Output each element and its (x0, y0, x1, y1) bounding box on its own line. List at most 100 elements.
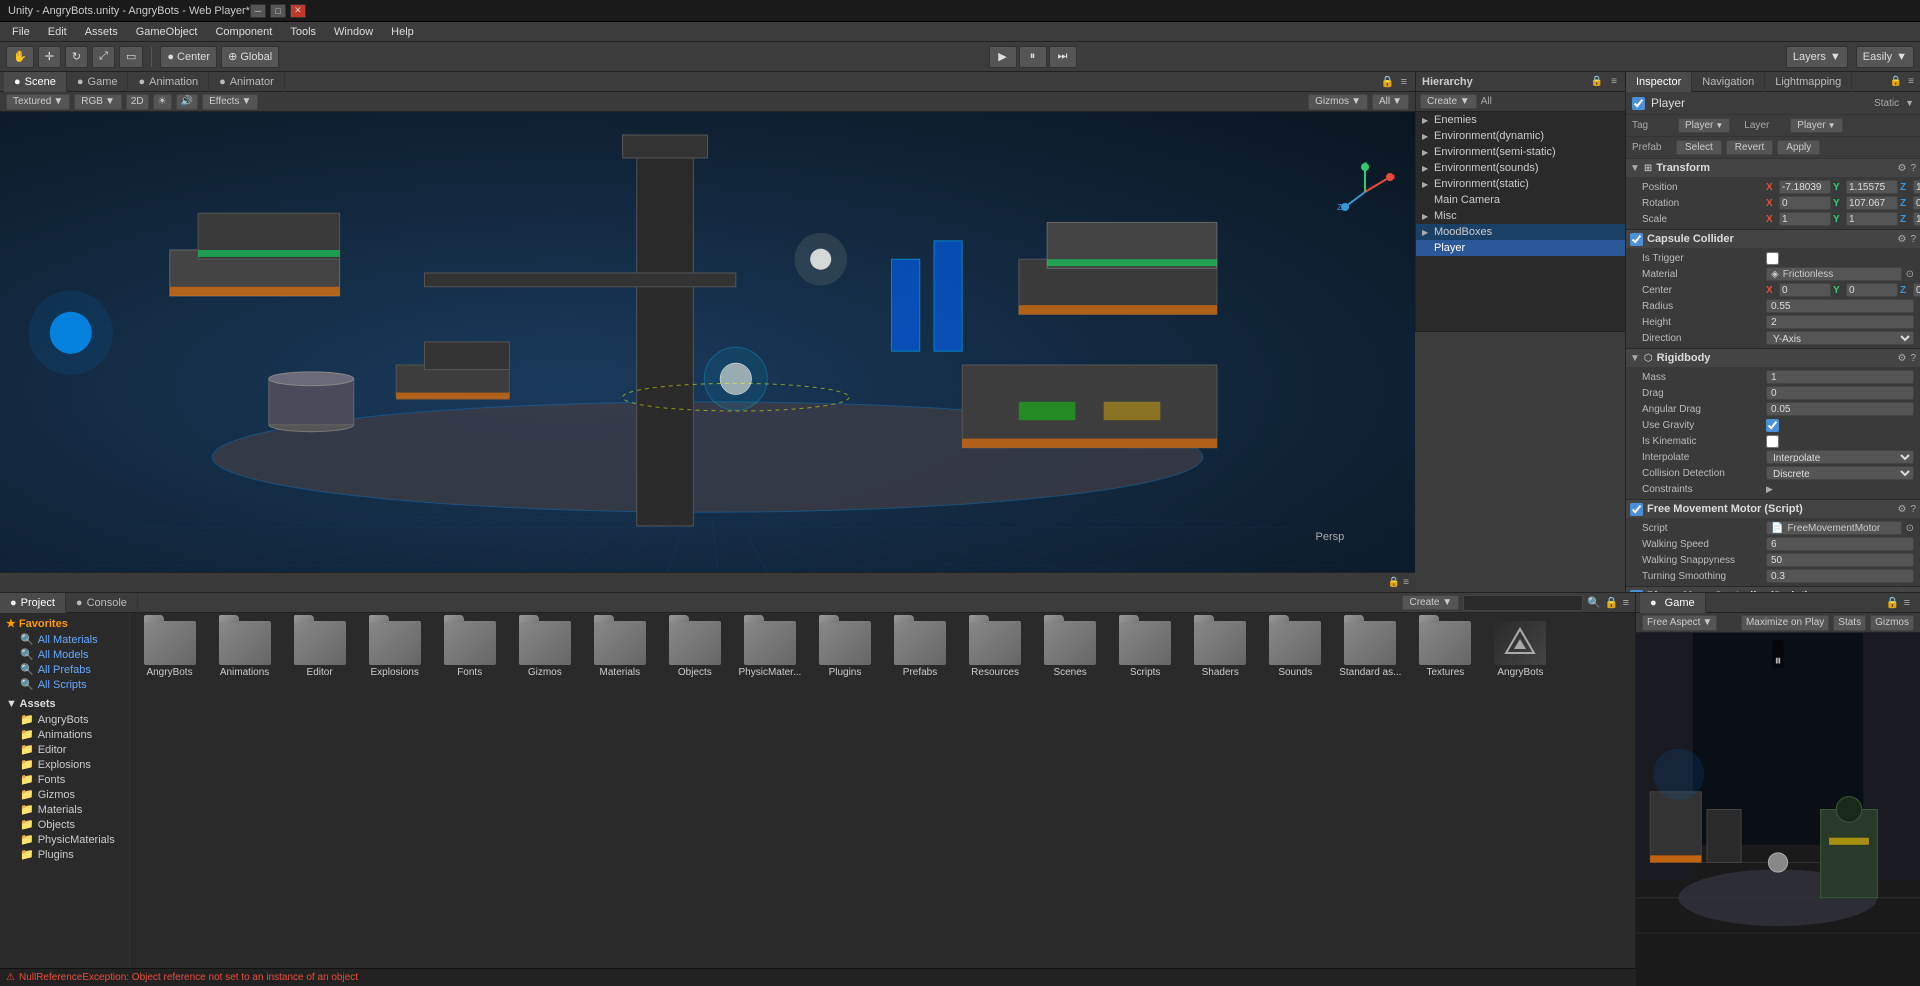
assets-gizmos[interactable]: 📁 Gizmos (0, 787, 129, 802)
folder-animations[interactable]: Animations (209, 617, 280, 682)
tab-project[interactable]: ● Project (0, 593, 66, 613)
walking-snappyness-input[interactable] (1766, 553, 1914, 567)
position-x-input[interactable] (1779, 180, 1831, 194)
pivot-mode-btn[interactable]: ● Center (160, 46, 217, 68)
rigidbody-help-btn[interactable]: ? (1910, 353, 1916, 364)
move-tool[interactable]: ✛ (38, 46, 61, 68)
layers-dropdown[interactable]: Layers ▼ (1786, 46, 1848, 68)
transform-header[interactable]: ▼ ⊞ Transform ⚙ ? (1626, 159, 1920, 177)
direction-select[interactable]: Y-Axis (1766, 331, 1914, 345)
walking-speed-input[interactable] (1766, 537, 1914, 551)
assets-angrybots[interactable]: 📁 AngryBots (0, 712, 129, 727)
is-kinematic-checkbox[interactable] (1766, 435, 1779, 448)
folder-plugins[interactable]: Plugins (809, 617, 880, 682)
position-y-input[interactable] (1846, 180, 1898, 194)
tab-lightmapping[interactable]: Lightmapping (1765, 72, 1852, 92)
project-create-btn[interactable]: Create ▼ (1402, 595, 1459, 610)
hierarchy-item-player[interactable]: Player (1416, 240, 1625, 256)
fav-all-materials[interactable]: 🔍 All Materials (0, 632, 129, 647)
gizmos-dropdown[interactable]: Gizmos ▼ (1308, 94, 1368, 110)
scale-tool[interactable]: ⤢ (92, 46, 115, 68)
tab-game[interactable]: ● Game (67, 72, 129, 92)
menu-component[interactable]: Component (207, 24, 280, 40)
assets-plugins[interactable]: 📁 Plugins (0, 847, 129, 862)
hierarchy-item-env-sounds[interactable]: ▶ Environment(sounds) (1416, 160, 1625, 176)
use-gravity-checkbox[interactable] (1766, 419, 1779, 432)
folder-editor[interactable]: Editor (284, 617, 355, 682)
interpolate-select[interactable]: Interpolate (1766, 450, 1914, 464)
game-lock-btn[interactable]: 🔒 (1886, 596, 1900, 609)
hierarchy-item-env-dynamic[interactable]: ▶ Environment(dynamic) (1416, 128, 1625, 144)
rigidbody-header[interactable]: ▼ ⬡ Rigidbody ⚙ ? (1626, 349, 1920, 367)
hierarchy-item-moodboxes[interactable]: ▶ MoodBoxes (1416, 224, 1625, 240)
close-button[interactable]: ✕ (290, 4, 306, 18)
fmm-settings-btn[interactable]: ⚙ (1897, 504, 1906, 515)
hierarchy-item-env-semi[interactable]: ▶ Environment(semi-static) (1416, 144, 1625, 160)
prefab-apply-btn[interactable]: Apply (1777, 140, 1820, 155)
assets-fonts[interactable]: 📁 Fonts (0, 772, 129, 787)
assets-objects[interactable]: 📁 Objects (0, 817, 129, 832)
hierarchy-menu-btn[interactable]: ≡ (1609, 76, 1619, 87)
game-view-tab[interactable]: ● Game (1640, 593, 1706, 613)
project-search-input[interactable] (1463, 595, 1583, 611)
folder-resources[interactable]: Resources (960, 617, 1031, 682)
rotate-tool[interactable]: ↻ (65, 46, 88, 68)
fmm-script-picker-icon[interactable]: ⊙ (1906, 523, 1914, 534)
scene-viewport[interactable]: Persp X Y Z (0, 112, 1415, 572)
fmm-script-ref[interactable]: 📄 FreeMovementMotor (1766, 521, 1902, 535)
hierarchy-lock-btn[interactable]: 🔒 (1589, 76, 1605, 87)
tab-animation[interactable]: ● Animation (128, 72, 209, 92)
game-menu-btn[interactable]: ≡ (1904, 597, 1910, 609)
project-menu-btn[interactable]: ≡ (1623, 597, 1629, 609)
tab-scene[interactable]: ● Scene (4, 72, 67, 92)
inspector-lock-btn[interactable]: 🔒 (1888, 76, 1904, 87)
project-lock-btn[interactable]: 🔒 (1605, 596, 1619, 609)
aspect-ratio-dropdown[interactable]: Free Aspect ▼ (1642, 615, 1717, 631)
stats-btn[interactable]: Stats (1833, 615, 1866, 631)
angular-drag-input[interactable] (1766, 402, 1914, 416)
folder-textures[interactable]: Textures (1410, 617, 1481, 682)
height-input[interactable] (1766, 315, 1914, 329)
menu-edit[interactable]: Edit (40, 24, 75, 40)
collision-detection-select[interactable]: Discrete (1766, 466, 1914, 480)
rotation-y-input[interactable] (1846, 196, 1898, 210)
favorites-header[interactable]: ★ Favorites (0, 615, 129, 632)
rotation-x-input[interactable] (1779, 196, 1831, 210)
tab-inspector[interactable]: Inspector (1626, 72, 1692, 92)
menu-window[interactable]: Window (326, 24, 381, 40)
minimize-button[interactable]: ─ (250, 4, 266, 18)
position-z-input[interactable] (1913, 180, 1920, 194)
assets-explosions[interactable]: 📁 Explosions (0, 757, 129, 772)
pivot-space-btn[interactable]: ⊕ Global (221, 46, 279, 68)
capsule-collider-settings-btn[interactable]: ⚙ (1897, 234, 1906, 245)
shading-mode-dropdown[interactable]: Textured ▼ (6, 94, 70, 110)
scale-x-input[interactable] (1779, 212, 1831, 226)
folder-fonts[interactable]: Fonts (434, 617, 505, 682)
mass-input[interactable] (1766, 370, 1914, 384)
free-movement-motor-header[interactable]: Free Movement Motor (Script) ⚙ ? (1626, 500, 1920, 518)
folder-objects[interactable]: Objects (659, 617, 730, 682)
object-active-checkbox[interactable] (1632, 97, 1645, 110)
center-x-input[interactable] (1779, 283, 1831, 297)
folder-scenes[interactable]: Scenes (1035, 617, 1106, 682)
rect-tool[interactable]: ▭ (119, 46, 143, 68)
folder-standard-assets[interactable]: Standard as... (1335, 617, 1406, 682)
transform-settings-btn[interactable]: ⚙ (1897, 163, 1906, 174)
folder-shaders[interactable]: Shaders (1185, 617, 1256, 682)
all-btn[interactable]: All ▼ (1372, 94, 1409, 110)
maximize-on-play-btn[interactable]: Maximize on Play (1741, 615, 1829, 631)
capsule-collider-enabled-checkbox[interactable] (1630, 233, 1643, 246)
lighting-btn[interactable]: ☀ (153, 94, 172, 110)
folder-explosions[interactable]: Explosions (359, 617, 430, 682)
step-button[interactable]: ⏭ (1049, 46, 1077, 68)
play-button[interactable]: ▶ (989, 46, 1017, 68)
assets-editor[interactable]: 📁 Editor (0, 742, 129, 757)
folder-physic-materials[interactable]: PhysicMater... (734, 617, 805, 682)
is-trigger-checkbox[interactable] (1766, 252, 1779, 265)
menu-assets[interactable]: Assets (77, 24, 126, 40)
game-canvas[interactable]: ⏸ (1636, 633, 1920, 986)
pause-button[interactable]: ⏸ (1019, 46, 1047, 68)
audio-btn[interactable]: 🔊 (176, 94, 198, 110)
fmm-enabled-checkbox[interactable] (1630, 503, 1643, 516)
2d-mode-btn[interactable]: 2D (126, 94, 149, 110)
